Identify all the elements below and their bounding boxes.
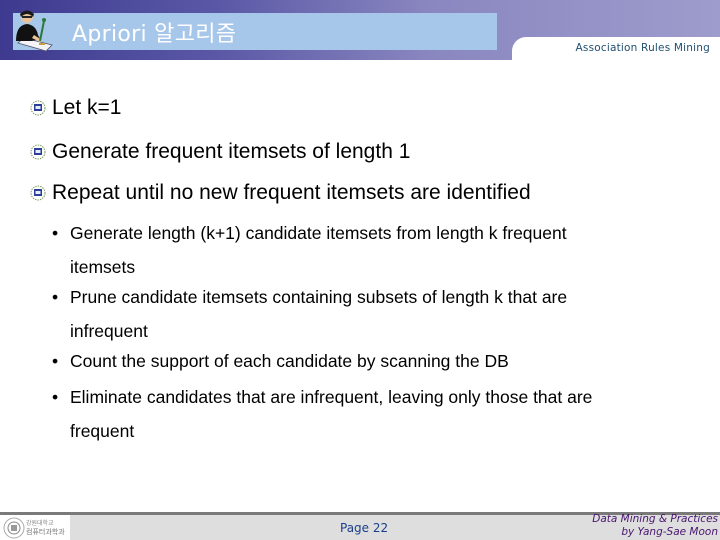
bullet-text: Generate frequent itemsets of length 1 bbox=[52, 140, 411, 163]
sub-bullet-text-cont: itemsets bbox=[70, 257, 136, 277]
bullet-text: Let k=1 bbox=[52, 96, 122, 119]
section-name: Association Rules Mining bbox=[575, 42, 710, 54]
footer-logo-text-1: 강원대학교 bbox=[26, 520, 54, 527]
page-number: Page 22 bbox=[340, 521, 389, 535]
person-writing-icon bbox=[16, 10, 53, 52]
decorative-bullet-icon bbox=[30, 100, 46, 116]
university-seal-icon bbox=[3, 517, 25, 539]
sub-bullet-text: Prune candidate itemsets containing subs… bbox=[70, 287, 568, 307]
credit: Data Mining & Practices by Yang-Sae Moon bbox=[592, 513, 718, 539]
slide-title: Apriori 알고리즘 bbox=[72, 22, 237, 47]
sub-bullet-dot: • bbox=[52, 387, 59, 407]
bullet-text: Repeat until no new frequent itemsets ar… bbox=[52, 181, 531, 204]
bullet-item: Repeat until no new frequent itemsets ar… bbox=[30, 181, 531, 205]
sub-bullet-dot: • bbox=[52, 223, 59, 243]
sub-bullet-dot: • bbox=[52, 351, 59, 371]
credit-line-2: by Yang-Sae Moon bbox=[621, 526, 718, 538]
sub-bullet-text-cont: infrequent bbox=[70, 321, 148, 341]
credit-line-1: Data Mining & Practices bbox=[592, 513, 718, 525]
sub-bullet-text: Eliminate candidates that are infrequent… bbox=[70, 387, 593, 407]
sub-bullet-item: • Prune candidate itemsets containing su… bbox=[52, 280, 692, 348]
sub-bullet-text-cont: frequent bbox=[70, 421, 135, 441]
bullet-item: Let k=1 bbox=[30, 96, 121, 120]
footer-logo-text-2: 컴퓨터과학과 bbox=[26, 528, 65, 536]
sub-bullet-item: • Count the support of each candidate by… bbox=[52, 344, 692, 378]
sub-bullet-item: • Eliminate candidates that are infreque… bbox=[52, 380, 692, 448]
footer-logo: 강원대학교 컴퓨터과학과 bbox=[0, 515, 70, 540]
sub-bullet-text: Count the support of each candidate by s… bbox=[70, 351, 509, 371]
sub-bullet-item: • Generate length (k+1) candidate itemse… bbox=[52, 216, 692, 284]
decorative-bullet-icon bbox=[30, 185, 46, 201]
decorative-bullet-icon bbox=[30, 144, 46, 160]
bullet-item: Generate frequent itemsets of length 1 bbox=[30, 140, 410, 164]
sub-bullet-dot: • bbox=[52, 287, 59, 307]
sub-bullet-text: Generate length (k+1) candidate itemsets… bbox=[70, 223, 567, 243]
